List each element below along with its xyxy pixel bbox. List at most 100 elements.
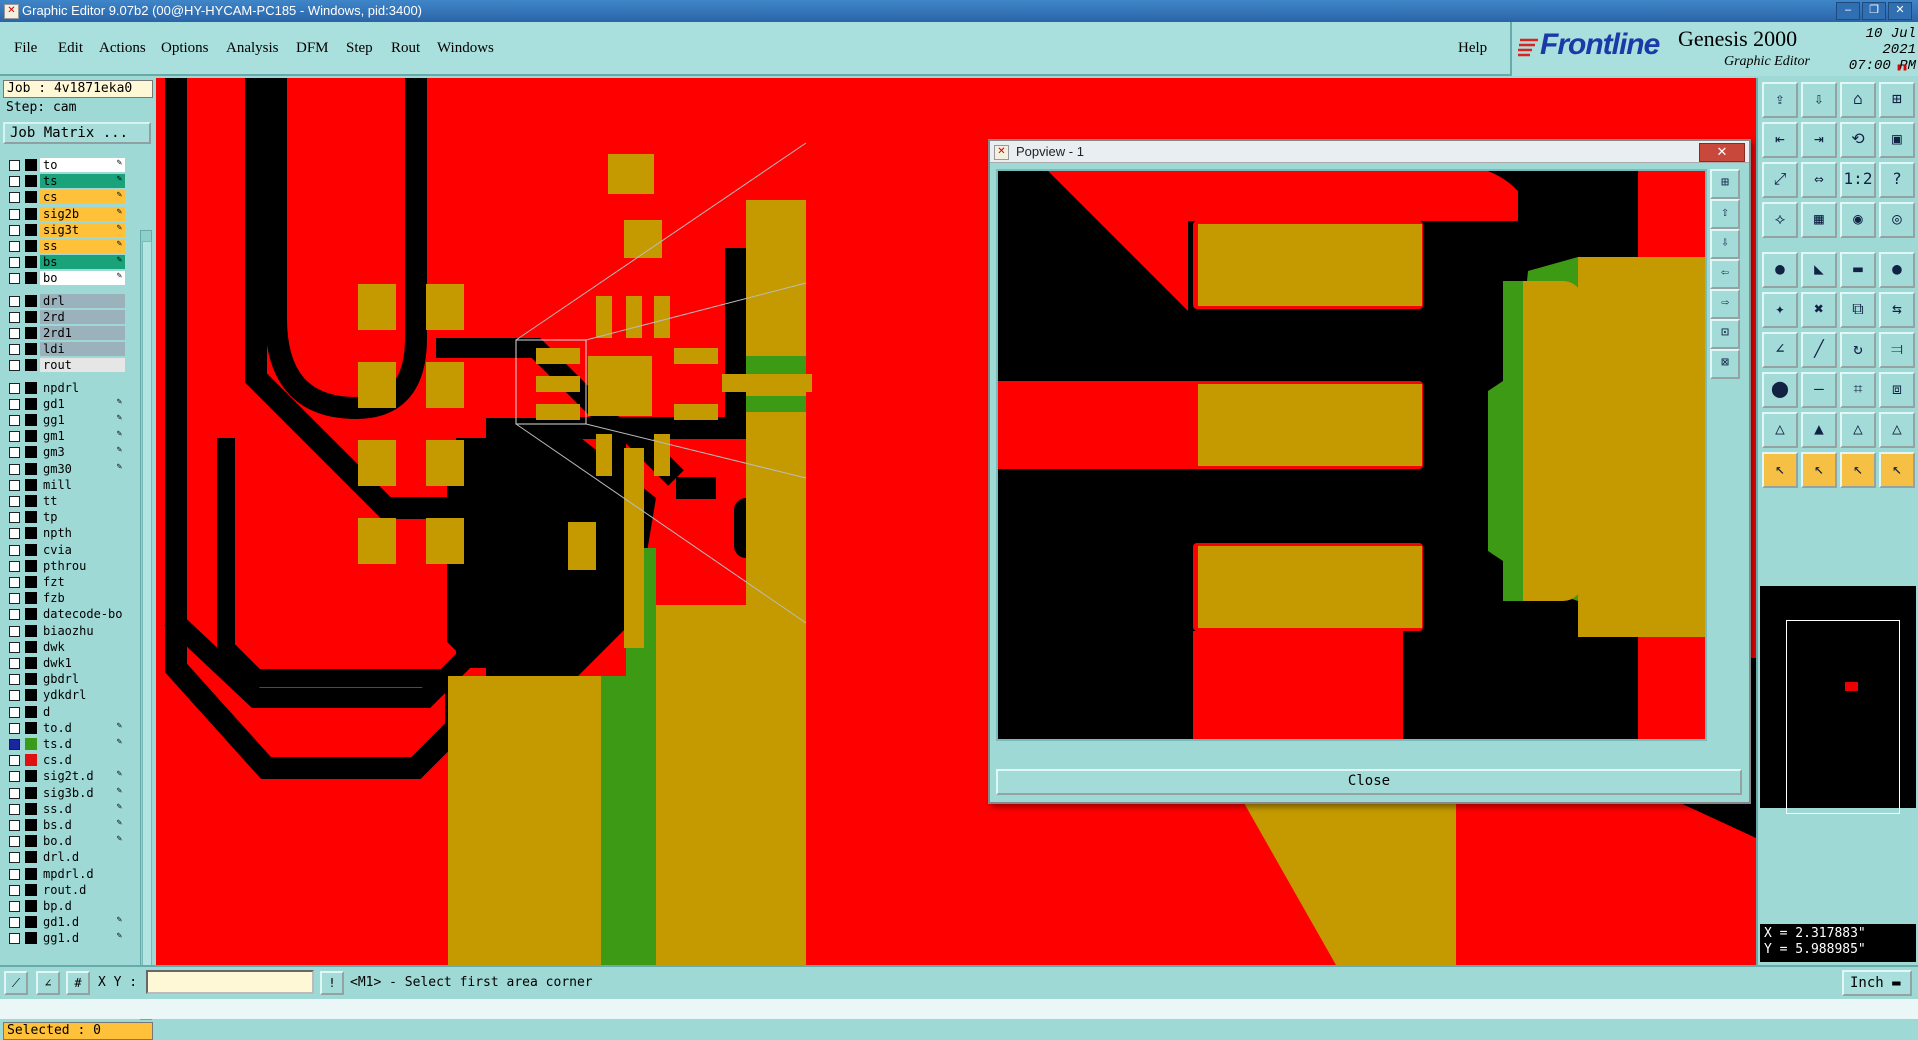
menu-file[interactable]: File	[14, 40, 37, 57]
layer-checkbox[interactable]	[9, 447, 20, 459]
popview-close-button[interactable]: Close	[996, 769, 1742, 795]
layer-name[interactable]: ss	[40, 239, 125, 253]
layer-name[interactable]: cs.d	[40, 753, 125, 768]
layer-color-swatch[interactable]	[25, 592, 37, 605]
layer-name[interactable]: bs.d	[40, 818, 125, 832]
layer-row[interactable]: pthrou	[3, 558, 125, 574]
snap-pad-icon[interactable]: ◎	[1879, 202, 1915, 238]
menu-help[interactable]: Help	[1458, 40, 1487, 57]
scroll-thumb[interactable]	[142, 241, 152, 993]
layer-color-swatch[interactable]	[25, 883, 37, 896]
grid-icon[interactable]: #	[66, 971, 90, 995]
layer-name[interactable]: fzt	[40, 575, 125, 589]
layer-name[interactable]: pthrou	[40, 558, 125, 573]
layer-name[interactable]: datecode-bo	[40, 607, 125, 622]
layer-checkbox[interactable]	[9, 224, 20, 236]
menu-analysis[interactable]: Analysis	[226, 40, 279, 57]
layer-row[interactable]: npth	[3, 526, 125, 541]
layer-color-swatch[interactable]	[25, 608, 37, 621]
layer-row[interactable]: d	[3, 704, 125, 720]
job-matrix-button[interactable]: Job Matrix ...	[3, 122, 151, 144]
layer-name[interactable]: 2rd1	[40, 326, 125, 340]
restore-icon[interactable]: ❐	[1862, 2, 1886, 20]
menu-edit[interactable]: Edit	[58, 40, 83, 57]
layer-row[interactable]: mill	[3, 477, 125, 493]
layer-row[interactable]: ydkdrl	[3, 688, 125, 703]
menu-step[interactable]: Step	[346, 40, 373, 57]
layer-row[interactable]: drl.d	[3, 850, 125, 865]
layer-row[interactable]: bo ✎	[3, 271, 125, 286]
menu-rout[interactable]: Rout	[391, 40, 420, 57]
menu-dfm[interactable]: DFM	[296, 40, 329, 57]
layer-color-swatch[interactable]	[25, 478, 37, 491]
layer-color-swatch[interactable]	[25, 754, 37, 767]
layer-name[interactable]: cs	[40, 190, 125, 205]
layer-checkbox[interactable]	[9, 431, 20, 443]
layer-color-swatch[interactable]	[25, 327, 37, 339]
popview-zoom-fit-icon[interactable]: ⊞	[1710, 169, 1740, 199]
layer-row[interactable]: gd1.d ✎	[3, 915, 125, 930]
layer-scrollbar[interactable]	[140, 230, 152, 1020]
rotate-icon[interactable]: ⟲	[1840, 122, 1876, 158]
layer-checkbox[interactable]	[9, 706, 20, 718]
add-line-icon[interactable]: ◣	[1801, 252, 1837, 288]
layer-checkbox[interactable]	[9, 479, 20, 491]
undo-icon[interactable]: ⇤	[1762, 122, 1798, 158]
home-icon[interactable]: ⌂	[1840, 82, 1876, 118]
layer-name[interactable]: ss.d	[40, 801, 125, 816]
layer-color-swatch[interactable]	[25, 835, 37, 848]
layer-checkbox[interactable]	[9, 328, 20, 339]
layer-color-swatch[interactable]	[25, 175, 37, 188]
layer-checkbox[interactable]	[9, 933, 20, 945]
layer-color-swatch[interactable]	[25, 294, 37, 307]
layer-name[interactable]: gd1.d	[40, 915, 125, 930]
layer-name[interactable]: dwk1	[40, 656, 125, 670]
layer-name[interactable]: dwk	[40, 639, 125, 654]
layer-checkbox[interactable]	[9, 787, 20, 799]
layer-checkbox[interactable]	[9, 803, 20, 815]
layer-color-swatch[interactable]	[25, 359, 37, 372]
layer-name[interactable]: bs	[40, 255, 125, 270]
align-icon[interactable]: ⫤	[1879, 332, 1915, 368]
layer-row[interactable]: drl	[3, 293, 125, 309]
layer-name[interactable]: to.d	[40, 720, 125, 735]
layer-checkbox[interactable]	[9, 192, 20, 204]
layer-name[interactable]: to	[40, 158, 125, 172]
layer-color-swatch[interactable]	[25, 397, 37, 410]
layer-color-swatch[interactable]	[25, 310, 37, 323]
layer-name[interactable]: npth	[40, 526, 125, 541]
fill-icon[interactable]: △	[1879, 412, 1915, 448]
layer-color-swatch[interactable]	[25, 446, 37, 459]
layer-name[interactable]: biaozhu	[40, 623, 125, 638]
layer-checkbox[interactable]	[9, 641, 20, 653]
zoom-home-icon[interactable]: ⇔	[1801, 162, 1837, 198]
route-pointer-icon[interactable]: ↖	[1879, 452, 1915, 488]
layer-checkbox[interactable]	[9, 398, 20, 410]
layer-name[interactable]: gm30	[40, 461, 125, 476]
popview-canvas[interactable]	[996, 169, 1707, 741]
layer-name[interactable]: sig2b	[40, 206, 125, 221]
net-select-icon[interactable]: ⬤	[1762, 372, 1798, 408]
popview-zoom-in-icon[interactable]: ⇧	[1710, 199, 1740, 229]
layer-color-swatch[interactable]	[25, 495, 37, 507]
layer-checkbox[interactable]	[9, 560, 20, 572]
select-pointer-icon[interactable]: ↖	[1801, 452, 1837, 488]
layer-checkbox[interactable]	[9, 295, 20, 307]
resize-icon[interactable]: ⌗	[1840, 372, 1876, 408]
scale-1-2-icon[interactable]: 1:2	[1840, 162, 1876, 198]
layer-name[interactable]: mpdrl.d	[40, 866, 125, 881]
layer-row[interactable]: 2rd1	[3, 326, 125, 341]
layer-color-swatch[interactable]	[25, 207, 37, 220]
layer-name[interactable]: rout	[40, 358, 125, 373]
layer-checkbox[interactable]	[9, 820, 20, 831]
layer-name[interactable]: rout.d	[40, 882, 125, 897]
snap-icon[interactable]: ⟋	[4, 971, 28, 995]
layer-name[interactable]: gbdrl	[40, 672, 125, 687]
layer-row[interactable]: gm1 ✎	[3, 429, 125, 444]
layer-checkbox[interactable]	[9, 512, 20, 524]
copy-icon[interactable]: ⧉	[1840, 292, 1876, 328]
layer-row[interactable]: rout	[3, 358, 125, 373]
popview-zoom-out-icon[interactable]: ⇩	[1710, 229, 1740, 259]
layer-row[interactable]: to.d ✎	[3, 720, 125, 736]
layer-color-swatch[interactable]	[25, 640, 37, 653]
